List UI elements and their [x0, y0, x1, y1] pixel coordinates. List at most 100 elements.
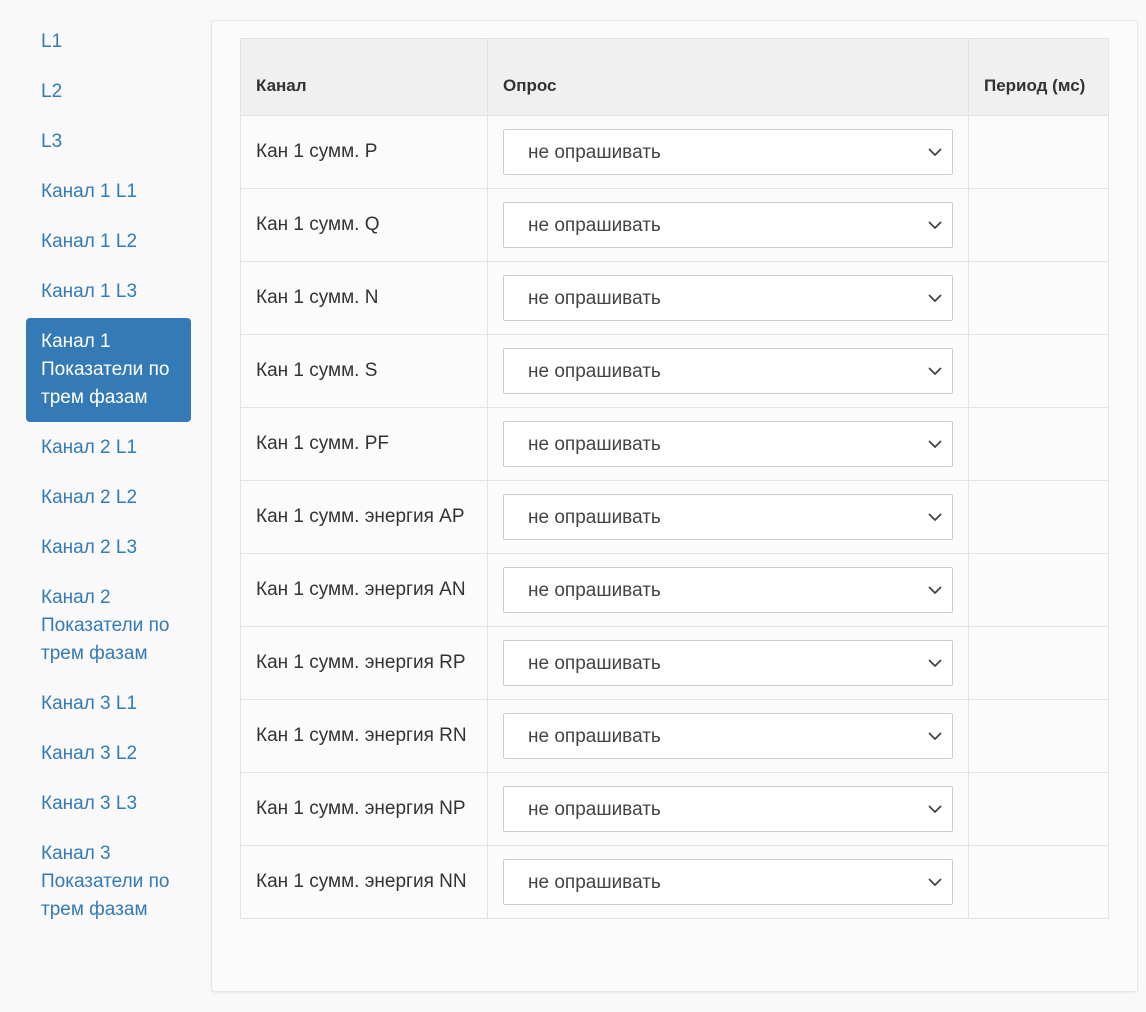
- poll-select-value: не опрашивать: [528, 799, 661, 820]
- channel-name-cell: Кан 1 сумм. N: [240, 261, 488, 335]
- chevron-down-icon: [928, 440, 942, 448]
- poll-cell: не опрашивать: [487, 334, 969, 408]
- poll-select[interactable]: не опрашивать: [503, 859, 953, 905]
- channel-name-cell: Кан 1 сумм. энергия RN: [240, 699, 488, 773]
- table-row: Кан 1 сумм. энергия AP не опрашивать: [240, 480, 1109, 554]
- poll-select-value: не опрашивать: [528, 872, 661, 893]
- column-header-channel: Канал: [240, 38, 488, 116]
- poll-select[interactable]: не опрашивать: [503, 567, 953, 613]
- sidebar-item-l1[interactable]: L1: [26, 18, 191, 66]
- poll-select-value: не опрашивать: [528, 215, 661, 236]
- sidebar-nav: L1 L2 L3 Канал 1 L1 Канал 1 L2 Канал 1 L…: [26, 18, 191, 936]
- period-cell: [968, 772, 1109, 846]
- poll-select[interactable]: не опрашивать: [503, 786, 953, 832]
- poll-select[interactable]: не опрашивать: [503, 640, 953, 686]
- channel-name-cell: Кан 1 сумм. энергия NN: [240, 845, 488, 919]
- poll-cell: не опрашивать: [487, 553, 969, 627]
- table-row: Кан 1 сумм. Q не опрашивать: [240, 188, 1109, 262]
- table-row: Кан 1 сумм. S не опрашивать: [240, 334, 1109, 408]
- poll-select[interactable]: не опрашивать: [503, 494, 953, 540]
- period-cell: [968, 845, 1109, 919]
- poll-select[interactable]: не опрашивать: [503, 348, 953, 394]
- period-cell: [968, 115, 1109, 189]
- poll-select-value: не опрашивать: [528, 434, 661, 455]
- poll-cell: не опрашивать: [487, 845, 969, 919]
- poll-select[interactable]: не опрашивать: [503, 421, 953, 467]
- poll-select-value: не опрашивать: [528, 507, 661, 528]
- chevron-down-icon: [928, 221, 942, 229]
- sidebar-item-channel1-l1[interactable]: Канал 1 L1: [26, 168, 191, 216]
- chevron-down-icon: [928, 659, 942, 667]
- poll-select-value: не опрашивать: [528, 580, 661, 601]
- channel-name-cell: Кан 1 сумм. S: [240, 334, 488, 408]
- channel-name-cell: Кан 1 сумм. энергия RP: [240, 626, 488, 700]
- poll-cell: не опрашивать: [487, 261, 969, 335]
- chevron-down-icon: [928, 148, 942, 156]
- chevron-down-icon: [928, 513, 942, 521]
- sidebar-item-channel3-l1[interactable]: Канал 3 L1: [26, 680, 191, 728]
- table-header-row: Канал Опрос Период (мс): [240, 38, 1109, 116]
- poll-cell: не опрашивать: [487, 626, 969, 700]
- table-row: Кан 1 сумм. энергия RP не опрашивать: [240, 626, 1109, 700]
- poll-select[interactable]: не опрашивать: [503, 129, 953, 175]
- poll-cell: не опрашивать: [487, 772, 969, 846]
- poll-cell: не опрашивать: [487, 407, 969, 481]
- sidebar-item-channel3-three-phase[interactable]: Канал 3 Показатели по трем фазам: [26, 830, 191, 934]
- period-cell: [968, 480, 1109, 554]
- chevron-down-icon: [928, 732, 942, 740]
- poll-cell: не опрашивать: [487, 699, 969, 773]
- poll-select-value: не опрашивать: [528, 653, 661, 674]
- period-cell: [968, 407, 1109, 481]
- content-panel: Канал Опрос Период (мс) Кан 1 сумм. P не …: [211, 20, 1138, 992]
- channel-name-cell: Кан 1 сумм. энергия AN: [240, 553, 488, 627]
- period-cell: [968, 699, 1109, 773]
- table-row: Кан 1 сумм. энергия AN не опрашивать: [240, 553, 1109, 627]
- poll-cell: не опрашивать: [487, 188, 969, 262]
- period-cell: [968, 188, 1109, 262]
- sidebar-item-channel2-three-phase[interactable]: Канал 2 Показатели по трем фазам: [26, 574, 191, 678]
- sidebar-item-l3[interactable]: L3: [26, 118, 191, 166]
- poll-select[interactable]: не опрашивать: [503, 202, 953, 248]
- sidebar-item-channel1-three-phase[interactable]: Канал 1 Показатели по трем фазам: [26, 318, 191, 422]
- poll-select-value: не опрашивать: [528, 142, 661, 163]
- sidebar-item-channel3-l3[interactable]: Канал 3 L3: [26, 780, 191, 828]
- poll-select-value: не опрашивать: [528, 288, 661, 309]
- poll-select[interactable]: не опрашивать: [503, 713, 953, 759]
- table-row: Кан 1 сумм. энергия NP не опрашивать: [240, 772, 1109, 846]
- sidebar-item-channel1-l3[interactable]: Канал 1 L3: [26, 268, 191, 316]
- chevron-down-icon: [928, 294, 942, 302]
- period-cell: [968, 553, 1109, 627]
- page: L1 L2 L3 Канал 1 L1 Канал 1 L2 Канал 1 L…: [0, 0, 1146, 1012]
- poll-select-value: не опрашивать: [528, 726, 661, 747]
- table-row: Кан 1 сумм. N не опрашивать: [240, 261, 1109, 335]
- channel-name-cell: Кан 1 сумм. PF: [240, 407, 488, 481]
- channel-name-cell: Кан 1 сумм. энергия AP: [240, 480, 488, 554]
- sidebar-item-channel2-l2[interactable]: Канал 2 L2: [26, 474, 191, 522]
- sidebar-item-channel2-l3[interactable]: Канал 2 L3: [26, 524, 191, 572]
- table-row: Кан 1 сумм. PF не опрашивать: [240, 407, 1109, 481]
- channels-table: Канал Опрос Период (мс) Кан 1 сумм. P не …: [240, 38, 1109, 919]
- sidebar-item-channel2-l1[interactable]: Канал 2 L1: [26, 424, 191, 472]
- table-row: Кан 1 сумм. P не опрашивать: [240, 115, 1109, 189]
- table-row: Кан 1 сумм. энергия RN не опрашивать: [240, 699, 1109, 773]
- poll-select-value: не опрашивать: [528, 361, 661, 382]
- table-body: Кан 1 сумм. P не опрашивать Кан 1 сумм. Q н…: [240, 115, 1109, 919]
- channel-name-cell: Кан 1 сумм. энергия NP: [240, 772, 488, 846]
- sidebar-item-channel1-l2[interactable]: Канал 1 L2: [26, 218, 191, 266]
- poll-cell: не опрашивать: [487, 480, 969, 554]
- sidebar-item-l2[interactable]: L2: [26, 68, 191, 116]
- chevron-down-icon: [928, 878, 942, 886]
- column-header-period: Период (мс): [968, 38, 1109, 116]
- poll-select[interactable]: не опрашивать: [503, 275, 953, 321]
- poll-cell: не опрашивать: [487, 115, 969, 189]
- period-cell: [968, 261, 1109, 335]
- chevron-down-icon: [928, 367, 942, 375]
- sidebar-item-channel3-l2[interactable]: Канал 3 L2: [26, 730, 191, 778]
- channel-name-cell: Кан 1 сумм. P: [240, 115, 488, 189]
- chevron-down-icon: [928, 586, 942, 594]
- column-header-poll: Опрос: [487, 38, 969, 116]
- period-cell: [968, 334, 1109, 408]
- table-row: Кан 1 сумм. энергия NN не опрашивать: [240, 845, 1109, 919]
- chevron-down-icon: [928, 805, 942, 813]
- period-cell: [968, 626, 1109, 700]
